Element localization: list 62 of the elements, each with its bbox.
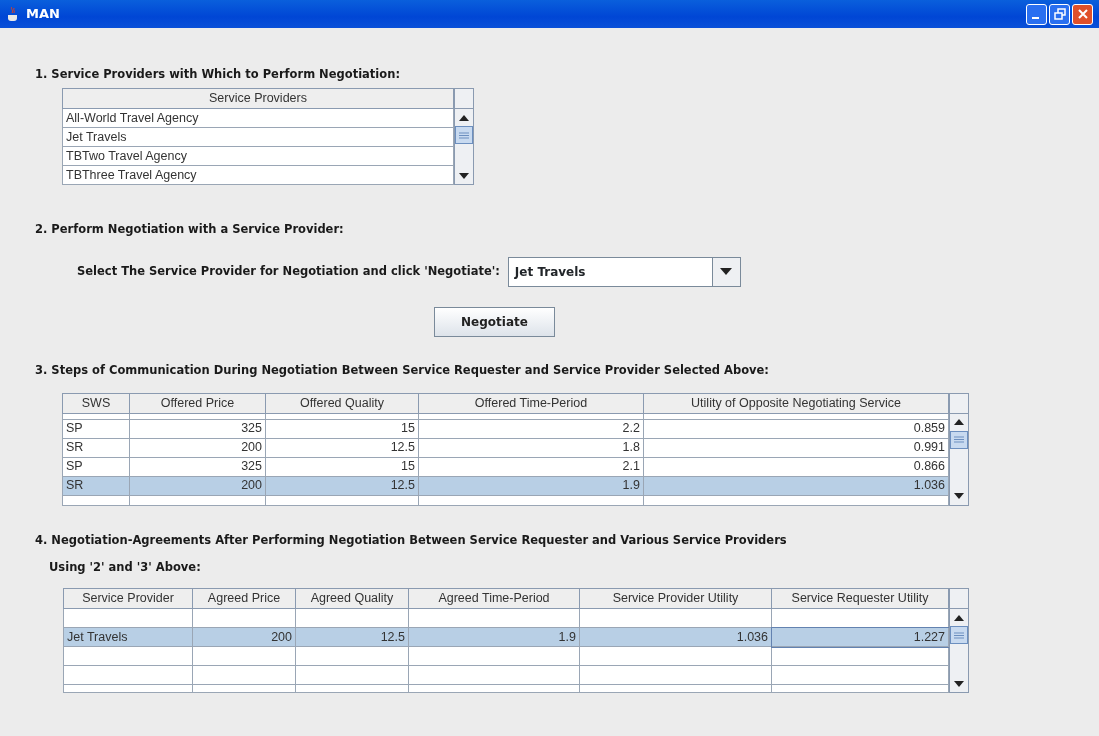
column-header[interactable]: Offered Price [129, 393, 266, 414]
section-heading: 2. Perform Negotiation with a Service Provider: [35, 221, 345, 239]
table-cell: 15 [265, 457, 419, 477]
table-cell: SR [62, 438, 130, 458]
table-cell: SP [62, 419, 130, 439]
close-button[interactable] [1072, 3, 1093, 25]
table-cell: 2.2 [418, 419, 644, 439]
caret-icon [720, 268, 733, 275]
table-cell: 325 [129, 457, 266, 477]
column-header[interactable]: Service Provider Utility [579, 588, 772, 609]
scroll-up-icon[interactable] [459, 114, 469, 121]
list-item[interactable]: TBTwo Travel Agency [62, 146, 454, 166]
section-heading: 3. Steps of Communication During Negotiation Between Service Requester and Service Provider Selected Above: [35, 361, 770, 379]
section-heading: 4. Negotiation-Agreements After Performing Negotiation Between Service Requester and Various Service Providers [35, 531, 788, 549]
table-cell: 0.991 [643, 438, 949, 458]
table-row[interactable]: Jet Travels 200 12.5 1.9 1.036 1.227 [63, 627, 949, 647]
scroll-down-icon[interactable] [954, 493, 964, 500]
column-header[interactable]: Utility of Opposite Negotiating Service [643, 393, 949, 414]
window-title: MAN [26, 5, 60, 24]
minimize-button[interactable] [1026, 3, 1047, 25]
section-heading: Using '2' and '3' Above: [49, 559, 202, 576]
scroll-up-icon[interactable] [954, 419, 964, 426]
column-header[interactable]: Offered Quality [265, 393, 419, 414]
column-header[interactable]: Agreed Time-Period [408, 588, 580, 609]
provider-dropdown[interactable]: Jet Travels [507, 256, 741, 287]
select-label: Select The Service Provider for Negotiation and click 'Negotiate': [77, 262, 500, 280]
table-cell: 200 [129, 438, 266, 458]
negotiate-button[interactable]: Negotiate [434, 306, 555, 337]
table-cell: 12.5 [265, 438, 419, 458]
column-header[interactable]: Agreed Quality [295, 588, 409, 609]
minimize-icon [1031, 17, 1039, 19]
scroll-up-icon[interactable] [954, 614, 964, 621]
column-header[interactable]: Service Requester Utility [771, 588, 949, 609]
section-heading: 1. Service Providers with Which to Perform Negotiation: [35, 66, 401, 83]
table-cell: 1.8 [418, 438, 644, 458]
list-item[interactable]: Jet Travels [62, 127, 454, 147]
table-row[interactable]: SR 200 12.5 1.8 0.991 [62, 438, 949, 458]
table-cell: 2.1 [418, 457, 644, 477]
column-header[interactable]: Agreed Price [192, 588, 296, 609]
table-row[interactable]: SR 200 12.5 1.9 1.036 [62, 476, 949, 496]
close-icon [1076, 8, 1089, 20]
list-item[interactable]: TBThree Travel Agency [62, 165, 454, 185]
column-header[interactable]: Offered Time-Period [418, 393, 644, 414]
scrollbar-thumb[interactable] [950, 626, 968, 645]
restore-icon [1053, 8, 1066, 20]
table-cell: 325 [129, 419, 266, 439]
table-cell: 0.859 [643, 419, 949, 439]
restore-button[interactable] [1049, 3, 1070, 25]
table-row[interactable]: SP 325 15 2.1 0.866 [62, 457, 949, 477]
table-cell: 15 [265, 419, 419, 439]
column-header[interactable]: SWS [62, 393, 130, 414]
table-cell: 0.866 [643, 457, 949, 477]
scroll-down-icon[interactable] [954, 680, 964, 687]
list-item[interactable]: All-World Travel Agency [62, 108, 454, 128]
column-header[interactable]: Service Provider [63, 588, 193, 609]
table-cell: 1.227 [771, 627, 949, 647]
scrollbar-thumb[interactable] [455, 126, 473, 145]
column-header[interactable]: Service Providers [62, 88, 454, 109]
scroll-down-icon[interactable] [459, 172, 469, 179]
table-cell: SP [62, 457, 130, 477]
java-cup-icon [6, 6, 20, 22]
table-row[interactable]: SP 325 15 2.2 0.859 [62, 419, 949, 439]
